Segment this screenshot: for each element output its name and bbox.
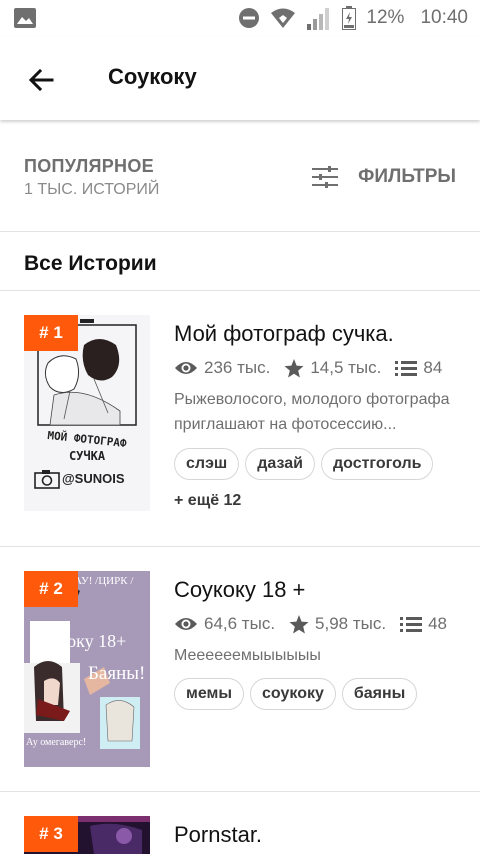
reads-stat: 236 тыс. <box>174 358 270 378</box>
tune-icon <box>312 166 339 188</box>
arrow-left-icon <box>28 68 54 92</box>
star-icon <box>284 358 304 377</box>
cover-title: Соукоку 18+ <box>30 631 127 651</box>
image-icon <box>14 8 36 28</box>
story-title[interactable]: Соукоку 18 + <box>174 577 305 603</box>
filters-button[interactable]: ФИЛЬТРЫ <box>312 160 456 194</box>
tag-chip[interactable]: слэш <box>174 448 240 480</box>
cover-title-line-2: СУЧКА <box>68 449 106 463</box>
cover-author: @SUNOIS <box>62 471 125 486</box>
all-stories-section: Все Истории <box>0 232 480 291</box>
story-title[interactable]: Мой фотограф сучка. <box>174 321 394 347</box>
rank-badge: # 2 <box>24 571 78 607</box>
tag-chip[interactable]: мемы <box>174 678 245 710</box>
reads-count: 64,6 тыс. <box>204 614 276 633</box>
status-bar: 12% 10:40 <box>0 0 480 36</box>
cover-subtitle: Баяны! <box>88 663 146 684</box>
eye-icon <box>175 618 197 630</box>
sort-label[interactable]: ПОПУЛЯРНОЕ <box>24 156 154 177</box>
battery-icon <box>342 6 357 30</box>
more-tags-link[interactable]: + ещё 12 <box>174 492 241 510</box>
cover-text-top: АУ! /ЦИРК / <box>74 575 134 587</box>
story-count: 1 ТЫС. ИСТОРИЙ <box>24 181 160 198</box>
camera-icon <box>34 470 60 489</box>
clock: 10:40 <box>420 7 468 28</box>
story-stats: 236 тыс. 14,5 тыс. 84 <box>174 356 456 380</box>
votes-count: 14,5 тыс. <box>310 358 382 377</box>
tag-list: слэш дазай достгоголь <box>174 448 434 480</box>
story-card[interactable]: # 2 АУ! /ЦИРК / Соукоку 18+ Баяны! Ау ом… <box>0 547 480 792</box>
list-icon <box>400 617 423 632</box>
votes-stat: 5,98 тыс. <box>289 614 386 634</box>
parts-count: 48 <box>428 614 448 633</box>
list-header: ПОПУЛЯРНОЕ 1 ТЫС. ИСТОРИЙ ФИЛЬТРЫ <box>0 122 480 232</box>
signal-icon <box>307 8 330 30</box>
eye-icon <box>175 362 197 374</box>
votes-stat: 14,5 тыс. <box>284 358 381 378</box>
tag-chip[interactable]: дазай <box>245 448 315 480</box>
story-title[interactable]: Pornstar. <box>174 822 262 848</box>
story-description: Рыжеволосого, молодого фотографа приглаш… <box>174 391 450 433</box>
rank-badge: # 3 <box>24 816 78 852</box>
wifi-icon <box>271 8 296 28</box>
cover-caption: Ау омегаверс! <box>26 737 87 748</box>
tag-chip[interactable]: достгоголь <box>320 448 434 480</box>
reads-count: 236 тыс. <box>204 358 271 377</box>
parts-stat: 84 <box>395 358 442 378</box>
reads-stat: 64,6 тыс. <box>174 614 275 634</box>
story-stats: 64,6 тыс. 5,98 тыс. 48 <box>174 612 461 636</box>
parts-count: 84 <box>423 358 443 377</box>
star-icon <box>289 614 309 633</box>
tag-list: мемы соукоку баяны <box>174 678 418 710</box>
back-button[interactable] <box>22 60 62 100</box>
do-not-disturb-icon <box>239 8 260 28</box>
story-card[interactable]: # 1 МОЙ ФОТОГРАФ СУЧКА @SUNOIS Мой фотог… <box>0 291 480 547</box>
battery-percent: 12% <box>366 7 405 28</box>
tag-chip[interactable]: соукоку <box>250 678 336 710</box>
section-title: Все Истории <box>24 252 157 275</box>
parts-stat: 48 <box>400 614 447 634</box>
page-title: Соукоку <box>108 64 197 89</box>
filters-label: ФИЛЬТРЫ <box>358 166 456 187</box>
votes-count: 5,98 тыс. <box>315 614 387 633</box>
story-card[interactable]: # 3 Pornstar. <box>0 792 480 854</box>
story-description: Меееееемыыыыыы <box>174 647 321 664</box>
app-bar: Соукоку <box>0 36 480 120</box>
rank-badge: # 1 <box>24 315 78 351</box>
tag-chip[interactable]: баяны <box>341 678 418 710</box>
list-icon <box>395 361 418 376</box>
